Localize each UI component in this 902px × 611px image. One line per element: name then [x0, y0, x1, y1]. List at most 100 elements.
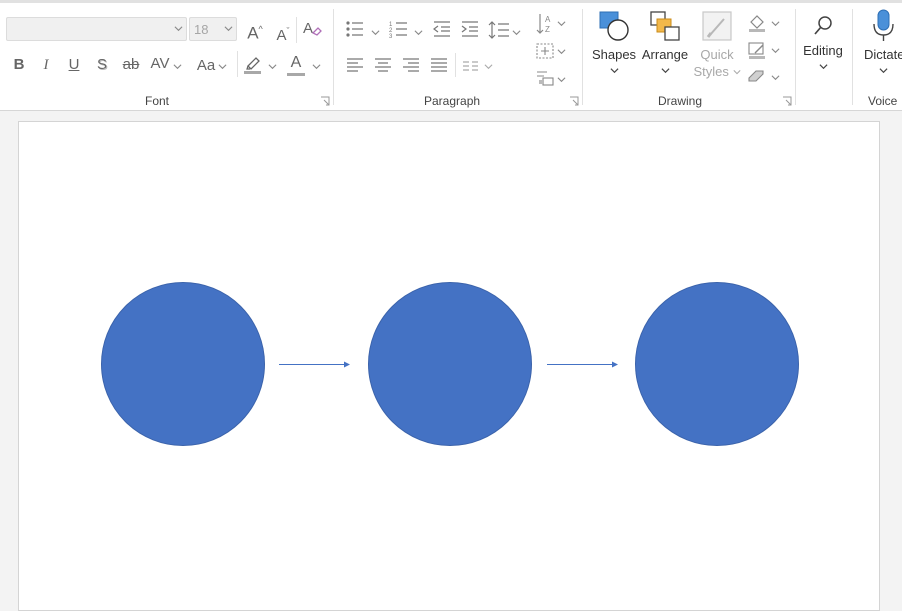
arrow-connector-1[interactable] [279, 360, 351, 369]
font-name-dropdown[interactable] [6, 17, 187, 41]
svg-text:Z: Z [545, 25, 550, 34]
svg-text:A: A [545, 15, 551, 24]
quick-styles-icon [702, 11, 732, 41]
arrange-label: Arrange [641, 47, 689, 62]
chevron-down-icon[interactable] [512, 28, 521, 37]
shrink-font-button[interactable]: Aˇ [273, 22, 293, 45]
chevron-down-icon[interactable] [173, 62, 182, 71]
highlighter-icon[interactable] [242, 54, 264, 76]
circle-shape-3[interactable] [635, 282, 799, 446]
character-spacing-button[interactable]: AV [148, 55, 172, 73]
font-color-label: A [290, 54, 302, 71]
shapes-button[interactable]: Shapes [589, 9, 639, 78]
text-shadow-label: S [96, 56, 107, 73]
justify-icon[interactable] [430, 57, 448, 73]
align-left-icon[interactable] [346, 57, 364, 73]
align-center-icon[interactable] [374, 57, 392, 73]
chevron-down-icon [732, 70, 741, 75]
editing-button[interactable]: Editing [798, 13, 848, 74]
paragraph-dialog-launcher-icon[interactable] [569, 96, 579, 106]
quick-styles-button[interactable]: Quick Styles [692, 9, 742, 80]
italic-button[interactable]: I [38, 56, 54, 74]
shapes-label: Shapes [591, 47, 637, 62]
bullets-icon[interactable] [345, 20, 365, 38]
line-spacing-icon[interactable] [488, 20, 510, 40]
chevron-down-icon[interactable] [557, 47, 566, 56]
increase-indent-icon[interactable] [460, 20, 480, 38]
chevron-down-icon[interactable] [771, 73, 780, 82]
chevron-down-icon [224, 26, 233, 32]
chevron-down-icon[interactable] [414, 28, 423, 37]
drawing-dialog-launcher-icon[interactable] [782, 96, 792, 106]
font-color-button[interactable]: A [285, 54, 307, 72]
grow-font-button[interactable]: A^ [244, 20, 266, 43]
paragraph-group-label: Paragraph [424, 94, 481, 108]
text-shadow-button[interactable]: S [94, 56, 110, 74]
bold-label: B [13, 56, 25, 73]
font-dialog-launcher-icon[interactable] [320, 96, 330, 106]
font-group-label: Font [145, 94, 170, 108]
chevron-down-icon [660, 68, 670, 74]
group-separator [333, 9, 334, 105]
change-case-label: Aa [196, 57, 216, 74]
chevron-down-icon [174, 26, 183, 32]
chevron-down-icon[interactable] [484, 62, 493, 71]
font-inner-divider [296, 17, 297, 43]
change-case-button[interactable]: Aa [194, 57, 218, 75]
shapes-icon [599, 11, 629, 41]
search-icon [814, 16, 832, 35]
chevron-down-icon[interactable] [371, 28, 380, 37]
ribbon: 18 A^ Aˇ A B I U S ab AV Aa A Font 1 2 3… [0, 3, 902, 111]
dictate-label: Dictate [864, 47, 902, 62]
numbering-icon[interactable]: 1 2 3 [389, 20, 409, 38]
chevron-down-icon [879, 68, 888, 74]
strikethrough-button[interactable]: ab [119, 56, 143, 74]
editing-label: Editing [803, 43, 843, 58]
clear-formatting-icon[interactable]: A [302, 18, 322, 40]
underline-label: U [68, 56, 80, 73]
decrease-indent-icon[interactable] [432, 20, 452, 38]
group-separator [795, 9, 796, 105]
chevron-down-icon[interactable] [312, 62, 321, 71]
underline-button[interactable]: U [66, 56, 82, 74]
group-separator [582, 9, 583, 105]
quick-styles-label-line2: Styles [693, 64, 729, 79]
paragraph-inner-divider [455, 53, 456, 77]
circle-shape-1[interactable] [101, 282, 265, 446]
font-size-value: 18 [194, 22, 209, 37]
chevron-down-icon [609, 68, 619, 74]
text-direction-icon[interactable]: A Z [535, 13, 555, 35]
font-size-dropdown[interactable]: 18 [189, 17, 237, 41]
font-color-swatch [287, 73, 305, 76]
arrow-connector-2[interactable] [547, 360, 619, 369]
chevron-down-icon[interactable] [771, 46, 780, 55]
circle-shape-2[interactable] [368, 282, 532, 446]
shrink-font-label: A [276, 27, 287, 44]
shape-fill-icon[interactable] [746, 13, 768, 33]
dictate-button[interactable]: Dictate [858, 9, 902, 78]
quick-styles-label-line1: Quick [700, 47, 734, 62]
chevron-down-icon[interactable] [771, 19, 780, 28]
strikethrough-label: ab [122, 56, 140, 73]
chevron-down-icon[interactable] [557, 19, 566, 28]
shape-outline-icon[interactable] [746, 40, 768, 60]
chevron-down-icon [818, 64, 828, 70]
voice-group-label: Voice [868, 94, 898, 108]
arrange-button[interactable]: Arrange [640, 9, 690, 78]
microphone-icon [873, 9, 894, 41]
italic-label: I [43, 57, 49, 73]
arrange-icon [650, 11, 680, 41]
chevron-down-icon[interactable] [268, 62, 277, 71]
drawing-canvas[interactable] [18, 121, 880, 611]
drawing-group-label: Drawing [658, 94, 703, 108]
bold-button[interactable]: B [11, 56, 27, 74]
smartart-convert-icon[interactable] [535, 69, 555, 87]
columns-icon[interactable] [462, 60, 480, 72]
font-inner-divider-2 [237, 51, 238, 77]
align-right-icon[interactable] [402, 57, 420, 73]
chevron-down-icon[interactable] [218, 62, 227, 71]
chevron-down-icon[interactable] [557, 75, 566, 84]
shape-effects-icon[interactable] [746, 67, 768, 85]
svg-text:A: A [303, 20, 313, 37]
align-text-icon[interactable] [535, 41, 555, 61]
